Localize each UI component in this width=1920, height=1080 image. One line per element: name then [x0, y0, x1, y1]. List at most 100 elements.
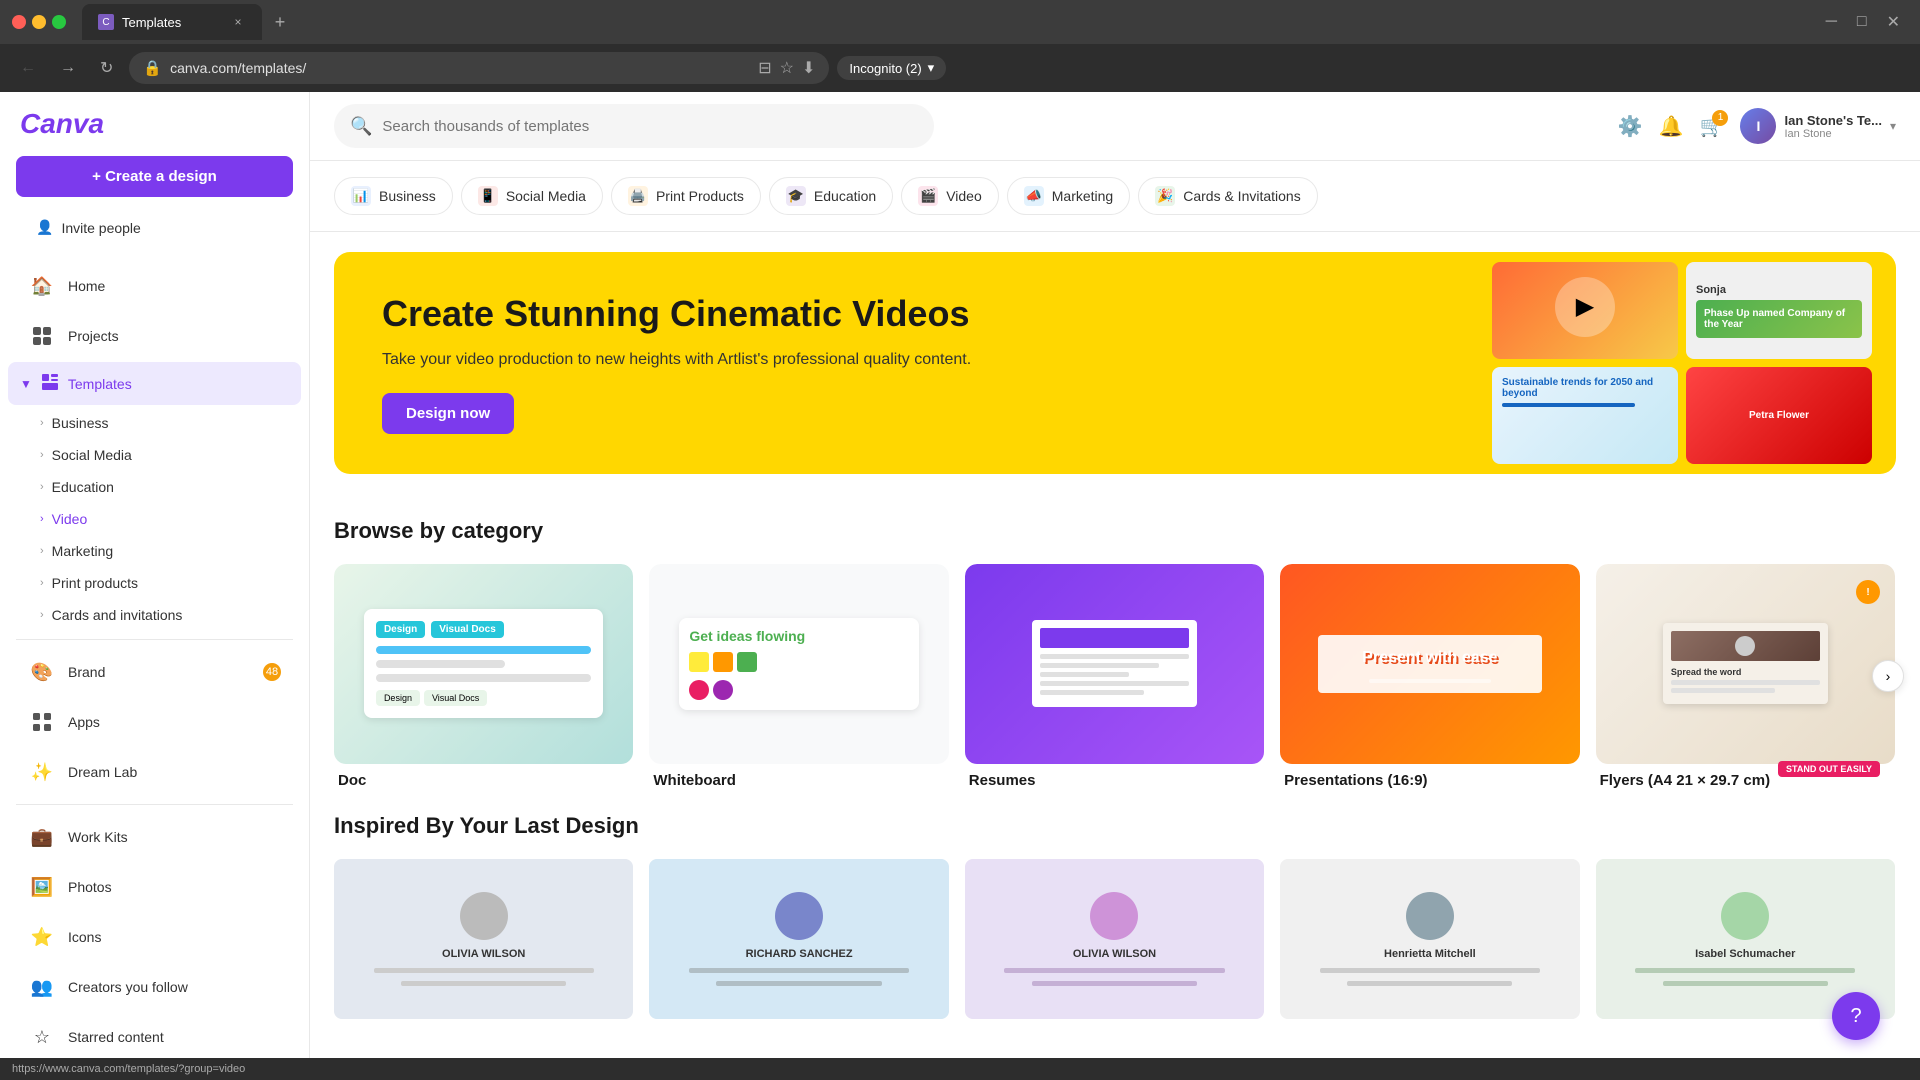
- collapse-icon: ▼: [20, 377, 32, 391]
- inspired-card-3[interactable]: OLIVIA WILSON: [965, 859, 1264, 1019]
- category-card-flyers[interactable]: Spread the word Flyers (A4 21 × 29.7 cm): [1596, 564, 1895, 789]
- pres-card-img-wrapper: Present with ease: [1280, 564, 1579, 764]
- address-bar-icons: ⊟ ☆ ⬇: [758, 58, 815, 78]
- category-chip-video[interactable]: 🎬 Video: [901, 177, 999, 215]
- apps-icon: [28, 708, 56, 736]
- sidebar-item-icons[interactable]: ⭐ Icons: [8, 913, 301, 961]
- browser-window-controls[interactable]: ─ □ ✕: [1818, 8, 1908, 36]
- address-bar[interactable]: 🔒 canva.com/templates/ ⊟ ☆ ⬇: [129, 52, 829, 84]
- window-controls[interactable]: [12, 15, 66, 29]
- canva-logo[interactable]: Canva: [20, 108, 104, 139]
- restore-btn[interactable]: □: [1849, 9, 1875, 35]
- sidebar-item-print-products[interactable]: › Print products: [8, 567, 301, 599]
- sidebar-divider-1: [16, 639, 293, 640]
- help-fab[interactable]: ?: [1832, 992, 1880, 1040]
- category-chip-education[interactable]: 🎓 Education: [769, 177, 893, 215]
- active-tab[interactable]: C Templates ×: [82, 4, 262, 40]
- minimize-window-btn[interactable]: [32, 15, 46, 29]
- cast-icon[interactable]: ⊟: [758, 58, 771, 78]
- print-chip-icon: 🖨️: [628, 186, 648, 206]
- category-chip-print-products[interactable]: 🖨️ Print Products: [611, 177, 761, 215]
- icons-icon: ⭐: [28, 923, 56, 951]
- category-card-resumes[interactable]: ! STAND OUT EASILY Resumes: [965, 564, 1264, 789]
- hero-text: Create Stunning Cinematic Videos Take yo…: [382, 292, 1848, 434]
- sidebar-item-photos[interactable]: 🖼️ Photos: [8, 863, 301, 911]
- sidebar-item-work-kits[interactable]: 💼 Work Kits: [8, 813, 301, 861]
- search-input[interactable]: [382, 118, 918, 135]
- category-chip-marketing[interactable]: 📣 Marketing: [1007, 177, 1130, 215]
- category-card-whiteboard[interactable]: Get ideas flowing: [649, 564, 948, 789]
- username: Ian Stone's Te...: [1784, 113, 1881, 128]
- pres-inner: Present with ease: [1318, 635, 1543, 693]
- pres-text: Present with ease: [1328, 645, 1533, 671]
- doc-badge: Design: [376, 621, 425, 638]
- marketing-chip-icon: 📣: [1024, 186, 1044, 206]
- category-card-presentations[interactable]: Present with ease Presentations (16:9): [1280, 564, 1579, 789]
- education-chip-icon: 🎓: [786, 186, 806, 206]
- bookmark-icon[interactable]: ☆: [780, 58, 794, 78]
- print-chevron: ›: [40, 577, 44, 589]
- sidebar-item-education[interactable]: › Education: [8, 471, 301, 503]
- browse-title: Browse by category: [334, 518, 1896, 544]
- notifications-btn[interactable]: 🔔: [1659, 114, 1684, 139]
- brand-icon: 🎨: [28, 658, 56, 686]
- sidebar-divider-2: [16, 804, 293, 805]
- cards-label: Cards and invitations: [52, 607, 183, 623]
- invite-people-btn[interactable]: 👤 Invite people: [16, 209, 293, 246]
- business-chevron: ›: [40, 417, 44, 429]
- whiteboard-label: Whiteboard: [649, 772, 948, 789]
- category-chip-cards[interactable]: 🎉 Cards & Invitations: [1138, 177, 1318, 215]
- forward-btn[interactable]: →: [52, 55, 84, 81]
- download-icon[interactable]: ⬇: [802, 58, 815, 78]
- browse-cards-row: Design Visual Docs Design Visual Docs: [334, 564, 1896, 789]
- flyer-img-top: [1671, 631, 1820, 661]
- sidebar-item-cards-invitations[interactable]: › Cards and invitations: [8, 599, 301, 631]
- tab-close-btn[interactable]: ×: [230, 14, 246, 30]
- sidebar-item-business[interactable]: › Business: [8, 407, 301, 439]
- refresh-btn[interactable]: ↻: [92, 54, 121, 82]
- sidebar-item-social-media[interactable]: › Social Media: [8, 439, 301, 471]
- business-label: Business: [52, 415, 109, 431]
- minimize-btn[interactable]: ─: [1818, 9, 1845, 35]
- templates-nav-header[interactable]: ▼ Templates: [8, 362, 301, 405]
- templates-icon: [40, 372, 60, 395]
- inspired-card-4[interactable]: Henrietta Mitchell: [1280, 859, 1579, 1019]
- home-icon: 🏠: [28, 272, 56, 300]
- sidebar-item-apps[interactable]: Apps: [8, 698, 301, 746]
- back-btn[interactable]: ←: [12, 55, 44, 81]
- cards-next-btn[interactable]: ›: [1872, 660, 1904, 692]
- sidebar-item-starred[interactable]: ☆ Starred content: [8, 1013, 301, 1058]
- resumes-label: Resumes: [965, 772, 1264, 789]
- category-chip-business[interactable]: 📊 Business: [334, 177, 453, 215]
- new-tab-btn[interactable]: +: [266, 8, 294, 36]
- sidebar-item-marketing[interactable]: › Marketing: [8, 535, 301, 567]
- sidebar-item-projects[interactable]: Projects: [8, 312, 301, 360]
- doc-tag2: Visual Docs: [424, 690, 487, 706]
- create-design-btn[interactable]: + Create a design: [16, 156, 293, 197]
- close-window-btn[interactable]: [12, 15, 26, 29]
- sidebar-item-dreamlab[interactable]: ✨ Dream Lab: [8, 748, 301, 796]
- settings-btn[interactable]: ⚙️: [1618, 114, 1643, 139]
- design-now-btn[interactable]: Design now: [382, 393, 514, 434]
- insp3-name: OLIVIA WILSON: [1073, 948, 1156, 960]
- category-card-doc[interactable]: Design Visual Docs Design Visual Docs: [334, 564, 633, 789]
- close-btn[interactable]: ✕: [1879, 8, 1908, 36]
- browse-section: Browse by category Design Visual Docs: [310, 494, 1920, 789]
- templates-label: Templates: [68, 376, 132, 392]
- sidebar-item-video[interactable]: › Video: [8, 503, 301, 535]
- inspired-card-1[interactable]: OLIVIA WILSON: [334, 859, 633, 1019]
- profile-area[interactable]: Incognito (2) ▾: [837, 56, 946, 80]
- social-media-label: Social Media: [52, 447, 132, 463]
- insp4-name: Henrietta Mitchell: [1384, 948, 1476, 960]
- social-chip-label: Social Media: [506, 188, 586, 204]
- user-profile[interactable]: I Ian Stone's Te... Ian Stone ▾: [1740, 108, 1896, 144]
- sidebar-item-home[interactable]: 🏠 Home: [8, 262, 301, 310]
- resume-line-3: [1040, 672, 1129, 677]
- home-label: Home: [68, 278, 105, 294]
- maximize-window-btn[interactable]: [52, 15, 66, 29]
- inspired-card-2[interactable]: RICHARD SANCHEZ: [649, 859, 948, 1019]
- sidebar-item-brand[interactable]: 🎨 Brand 48: [8, 648, 301, 696]
- category-chip-social-media[interactable]: 📱 Social Media: [461, 177, 603, 215]
- search-bar[interactable]: 🔍: [334, 104, 934, 148]
- sidebar-item-creators[interactable]: 👥 Creators you follow: [8, 963, 301, 1011]
